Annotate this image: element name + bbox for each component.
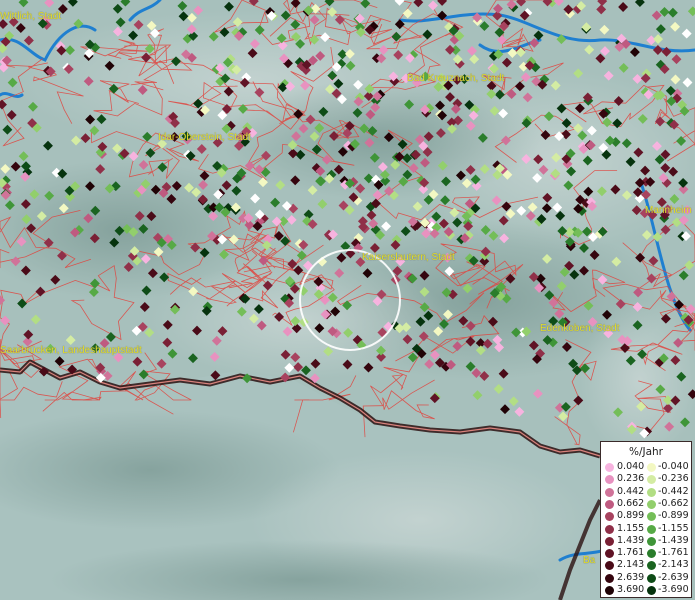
legend-swatch-negative [647,463,656,472]
legend-swatch-positive [605,512,614,522]
legend-swatch-positive [605,586,614,595]
legend-value-negative: -2.639 [658,571,689,583]
legend-panel: %/Jahr 0.040 -0.040 0.236 -0.236 0.442 -0.442… [600,441,692,598]
legend-value-negative: -0.899 [658,510,689,522]
legend-value-positive: 1.439 [617,534,645,546]
legend-swatch-negative [647,499,656,509]
legend-swatch-positive [605,561,614,571]
legend-swatch-negative [647,512,656,522]
legend-row: 1.761 -1.761 [601,547,693,560]
legend-value-negative: -0.040 [658,461,689,472]
legend-value-negative: -3.690 [658,584,689,595]
legend-row: 2.143 -2.143 [601,559,693,572]
legend-value-positive: 2.639 [617,571,645,583]
legend-row: 1.155 -1.155 [601,522,693,536]
legend-swatch-positive [605,487,614,497]
legend-row: 1.439 -1.439 [601,534,693,548]
legend-value-negative: -1.155 [658,522,689,534]
legend-value-negative: -1.761 [658,547,689,559]
legend-swatch-positive [605,463,614,472]
legend-row: 2.639 -2.639 [601,571,693,585]
city-label-saarbruecken: Saarbrücken, Landeshauptstadt [0,345,142,356]
legend-value-positive: 1.761 [617,547,645,559]
city-label-partial: Ba [583,555,596,566]
legend-row: 0.442 -0.442 [601,485,693,499]
legend-value-negative: -1.439 [658,534,689,546]
city-label-wittlich: Wittlich, Stadt [0,11,62,22]
city-label-mannheim: Mannheim [645,205,692,216]
legend-title: %/Jahr [628,446,664,458]
legend-swatch-positive [605,549,614,559]
city-label-bad-kreuznach: Bad Kreuznach, Stadt [407,73,505,84]
legend-value-positive: 0.040 [617,461,645,472]
legend-row: 0.040 -0.040 [601,461,693,474]
legend-swatch-negative [647,487,656,497]
legend-swatch-positive [605,536,614,546]
legend-value-negative: -0.236 [658,473,689,485]
legend-swatch-negative [647,524,656,534]
legend-swatch-positive [605,524,614,534]
legend-value-positive: 0.236 [617,473,645,485]
legend-swatch-positive [605,499,614,509]
legend-value-positive: 2.143 [617,559,645,571]
legend-swatch-negative [647,573,656,583]
city-label-kaiserslautern: Kaiserslautern, Stadt [362,252,455,263]
legend-row: 0.236 -0.236 [601,473,693,486]
legend-row: 3.690 -3.690 [601,584,693,597]
legend-row: 0.899 -0.899 [601,510,693,523]
legend-swatch-negative [647,586,656,595]
city-label-idar-oberstein: Idar-Oberstein, Stadt [158,132,251,143]
legend-swatch-positive [605,573,614,583]
legend-swatch-negative [647,549,656,559]
city-label-edenkoben: Edenkoben, Stadt [540,323,620,334]
legend-value-positive: 0.662 [617,497,645,509]
legend-value-positive: 1.155 [617,522,645,534]
legend-swatch-negative [647,561,656,571]
legend-value-negative: -0.442 [658,485,689,497]
legend-swatch-negative [647,536,656,546]
legend-value-negative: -2.143 [658,559,689,571]
legend-value-positive: 3.690 [617,584,645,595]
legend-swatch-negative [647,475,656,485]
legend-swatch-positive [605,475,614,485]
legend-value-positive: 0.899 [617,510,645,522]
legend-row: 0.662 -0.662 [601,497,693,511]
legend-value-negative: -0.662 [658,497,689,509]
terrain-layer [0,0,695,600]
map-canvas[interactable] [0,0,695,600]
legend-value-positive: 0.442 [617,485,645,497]
